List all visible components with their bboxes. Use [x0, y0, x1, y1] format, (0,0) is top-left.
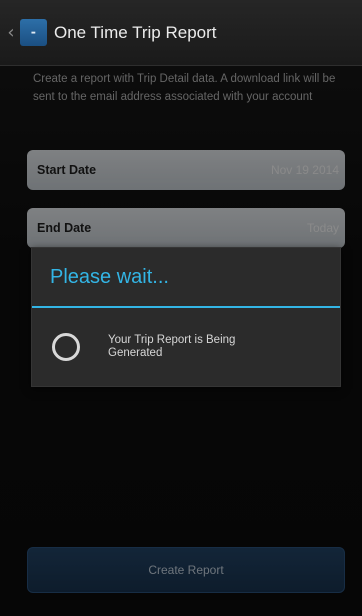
action-bar: ‹ ▬ One Time Trip Report — [0, 0, 362, 66]
app-logo-icon[interactable]: ▬ — [20, 19, 47, 46]
dialog-body: Your Trip Report is Being Generated — [32, 308, 340, 386]
page-title: One Time Trip Report — [54, 22, 217, 42]
back-chevron-icon[interactable]: ‹ — [4, 13, 18, 53]
progress-dialog: Please wait... Your Trip Report is Being… — [31, 247, 341, 387]
dialog-title: Please wait... — [32, 248, 340, 308]
spinner-icon — [52, 333, 80, 361]
dialog-message: Your Trip Report is Being Generated — [108, 334, 236, 359]
screen: ‹ ▬ One Time Trip Report Create a report… — [0, 0, 362, 616]
